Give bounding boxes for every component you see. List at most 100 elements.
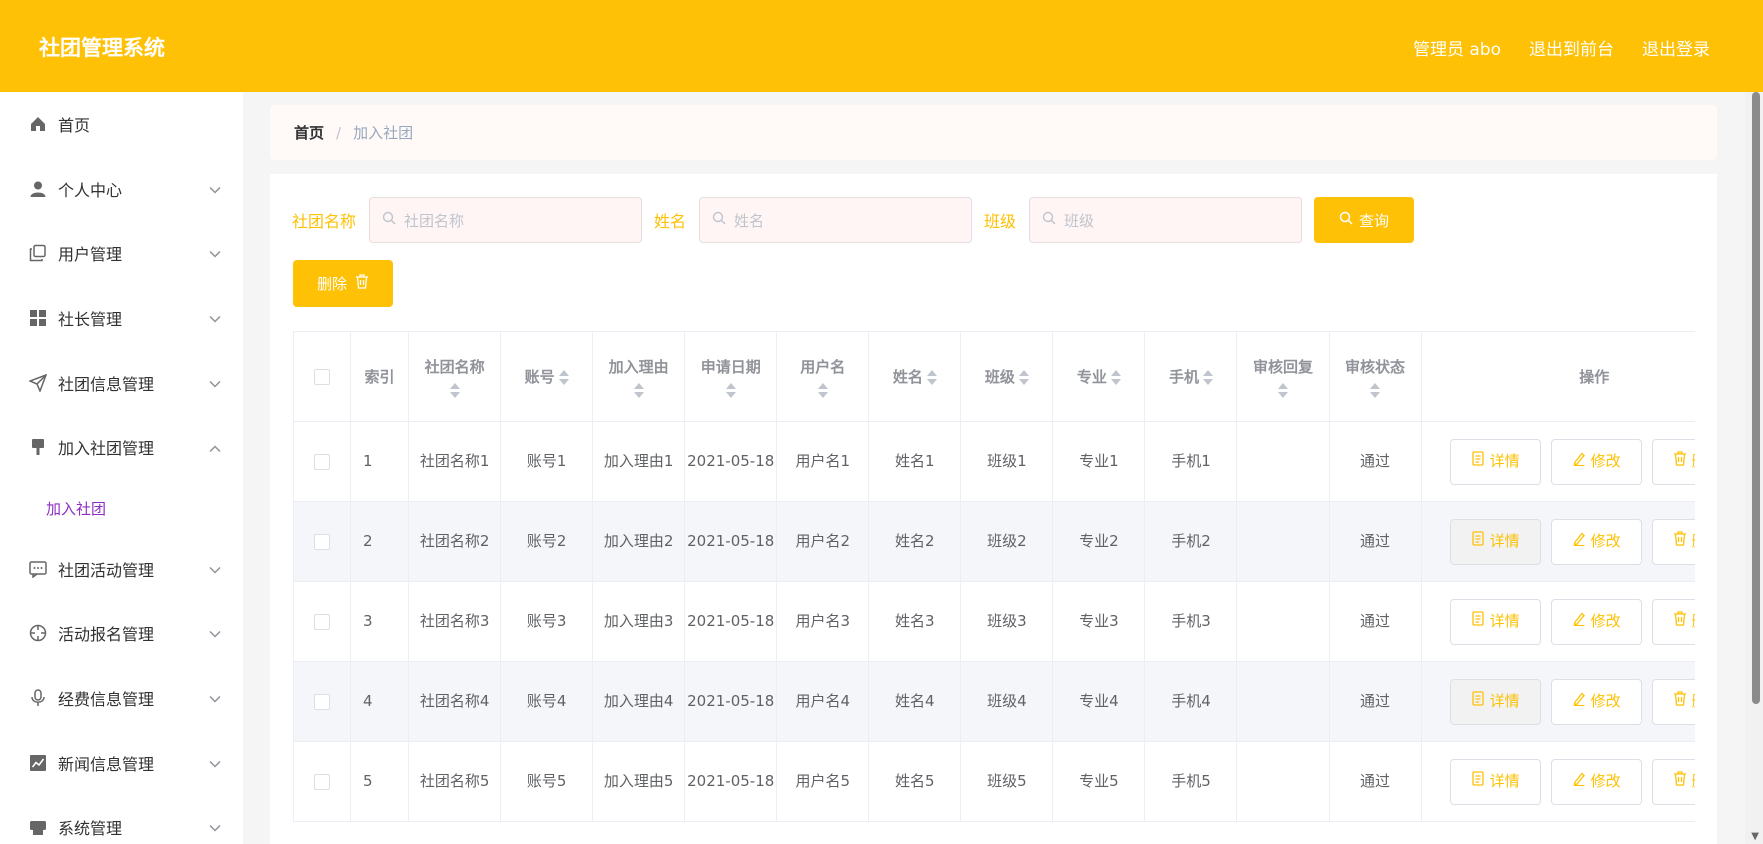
col-reply[interactable]: 审核回复 bbox=[1236, 331, 1330, 422]
col-label: 申请日期 bbox=[700, 357, 761, 376]
edit-button-label: 修改 bbox=[1590, 452, 1621, 470]
class-input[interactable]: 班级 bbox=[1029, 197, 1303, 243]
delete-button[interactable]: 删除 bbox=[1651, 518, 1695, 565]
class-placeholder: 班级 bbox=[1064, 211, 1095, 230]
table-row: 1 社团名称1 账号1 加入理由1 2021-05-18 用户名1 姓名1 班级1 专业1 手机1… bbox=[293, 421, 1695, 502]
breadcrumb-home[interactable]: 首页 bbox=[294, 122, 324, 143]
sidebar-item-join-club[interactable]: 加入社团管理 bbox=[0, 415, 243, 480]
detail-button[interactable]: 详情 bbox=[1449, 438, 1541, 485]
sort-icon[interactable] bbox=[449, 382, 460, 398]
detail-button[interactable]: 详情 bbox=[1449, 678, 1541, 725]
col-major[interactable]: 专业 bbox=[1052, 331, 1146, 422]
delete-button-label: 删除 bbox=[1692, 529, 1695, 554]
edit-button[interactable]: 修改 bbox=[1550, 678, 1642, 725]
sort-icon[interactable] bbox=[1202, 370, 1213, 385]
row-select-cell bbox=[293, 581, 352, 662]
sidebar-item-club-info[interactable]: 社团信息管理 bbox=[0, 350, 243, 415]
chevron-down-icon bbox=[209, 624, 221, 643]
row-checkbox[interactable] bbox=[314, 693, 331, 710]
row-checkbox[interactable] bbox=[314, 453, 331, 470]
row-actions-cell: 详情 修改 删除 bbox=[1420, 581, 1695, 662]
sidebar-item-news[interactable]: 新闻信息管理 bbox=[0, 730, 243, 795]
edit-button[interactable]: 修改 bbox=[1550, 758, 1642, 805]
sort-icon[interactable] bbox=[1278, 382, 1288, 398]
col-reason[interactable]: 加入理由 bbox=[592, 331, 686, 422]
detail-button[interactable]: 详情 bbox=[1449, 518, 1541, 565]
chevron-down-icon bbox=[209, 559, 221, 578]
chart-icon bbox=[28, 753, 48, 773]
sidebar-item-profile[interactable]: 个人中心 bbox=[0, 157, 243, 222]
sidebar-item-funds[interactable]: 经费信息管理 bbox=[0, 666, 243, 731]
sidebar-item-signups[interactable]: 活动报名管理 bbox=[0, 601, 243, 666]
sort-icon[interactable] bbox=[1110, 370, 1121, 385]
sidebar-subitem-join-club[interactable]: 加入社团 bbox=[0, 480, 243, 537]
sort-icon[interactable] bbox=[633, 382, 644, 398]
row-checkbox[interactable] bbox=[314, 533, 331, 550]
cell-phone: 手机4 bbox=[1144, 661, 1238, 742]
col-username[interactable]: 用户名 bbox=[776, 331, 870, 422]
printer-icon bbox=[28, 817, 48, 837]
cell-club: 社团名称3 bbox=[408, 581, 502, 662]
cell-club: 社团名称2 bbox=[408, 501, 502, 582]
edit-button[interactable]: 修改 bbox=[1550, 438, 1642, 485]
scroll-down-arrow-icon[interactable]: ▼ bbox=[1751, 831, 1759, 842]
sort-icon[interactable] bbox=[1018, 370, 1029, 385]
sort-icon[interactable] bbox=[817, 382, 828, 398]
row-checkbox[interactable] bbox=[314, 613, 331, 630]
col-name[interactable]: 姓名 bbox=[868, 331, 962, 422]
document-icon bbox=[1471, 769, 1485, 794]
cell-status: 通过 bbox=[1328, 661, 1422, 742]
logout-link[interactable]: 退出登录 bbox=[1642, 35, 1710, 60]
sidebar-item-users[interactable]: 用户管理 bbox=[0, 221, 243, 286]
row-select-cell bbox=[293, 741, 352, 822]
edit-button[interactable]: 修改 bbox=[1550, 518, 1642, 565]
sort-icon[interactable] bbox=[558, 370, 569, 385]
edit-icon bbox=[1572, 449, 1586, 474]
col-date[interactable]: 申请日期 bbox=[684, 331, 778, 422]
delete-button[interactable]: 删除 bbox=[1651, 678, 1695, 725]
home-icon bbox=[28, 114, 48, 134]
sidebar-item-presidents[interactable]: 社长管理 bbox=[0, 286, 243, 351]
col-label: 用户名 bbox=[800, 357, 846, 376]
cell-date: 2021-05-18 bbox=[684, 741, 778, 822]
col-label: 审核回复 bbox=[1253, 357, 1314, 376]
sort-icon[interactable] bbox=[926, 370, 937, 385]
col-status[interactable]: 审核状态 bbox=[1328, 331, 1422, 422]
sidebar-item-system[interactable]: 系统管理 bbox=[0, 795, 243, 844]
detail-button[interactable]: 详情 bbox=[1449, 758, 1541, 805]
cell-club: 社团名称1 bbox=[408, 421, 502, 502]
delete-button[interactable]: 删除 bbox=[1651, 758, 1695, 805]
detail-button[interactable]: 详情 bbox=[1449, 598, 1541, 645]
cell-major: 专业4 bbox=[1052, 661, 1146, 742]
sidebar-item-activities[interactable]: 社团活动管理 bbox=[0, 537, 243, 602]
delete-button[interactable]: 删除 bbox=[1651, 598, 1695, 645]
admin-user-link[interactable]: 管理员 abo bbox=[1413, 35, 1501, 60]
delete-button[interactable]: 删除 bbox=[1651, 438, 1695, 485]
select-all-checkbox[interactable] bbox=[314, 369, 331, 385]
col-phone[interactable]: 手机 bbox=[1144, 331, 1238, 422]
cell-reply bbox=[1236, 501, 1330, 582]
breadcrumb-separator: / bbox=[336, 123, 342, 142]
cell-class: 班级4 bbox=[960, 661, 1054, 742]
page-scrollbar[interactable] bbox=[1752, 92, 1760, 704]
query-button[interactable]: 查询 bbox=[1314, 197, 1415, 243]
col-label: 手机 bbox=[1168, 368, 1199, 386]
col-class[interactable]: 班级 bbox=[960, 331, 1054, 422]
pin-icon bbox=[28, 437, 48, 457]
col-club-name[interactable]: 社团名称 bbox=[408, 331, 502, 422]
exit-to-front-link[interactable]: 退出到前台 bbox=[1529, 35, 1614, 60]
row-checkbox[interactable] bbox=[314, 773, 331, 790]
sort-icon[interactable] bbox=[725, 382, 736, 398]
col-account[interactable]: 账号 bbox=[500, 331, 594, 422]
edit-button[interactable]: 修改 bbox=[1550, 598, 1642, 645]
app-title: 社团管理系统 bbox=[39, 36, 165, 60]
chevron-down-icon bbox=[209, 244, 221, 263]
cell-major: 专业3 bbox=[1052, 581, 1146, 662]
sort-icon[interactable] bbox=[1370, 382, 1381, 398]
bulk-delete-button[interactable]: 删除 bbox=[293, 260, 393, 307]
name-input[interactable]: 姓名 bbox=[699, 197, 973, 243]
sidebar-item-home[interactable]: 首页 bbox=[0, 92, 243, 157]
target-icon bbox=[28, 623, 48, 643]
bulk-delete-label: 删除 bbox=[316, 275, 347, 293]
club-name-input[interactable]: 社团名称 bbox=[369, 197, 643, 243]
